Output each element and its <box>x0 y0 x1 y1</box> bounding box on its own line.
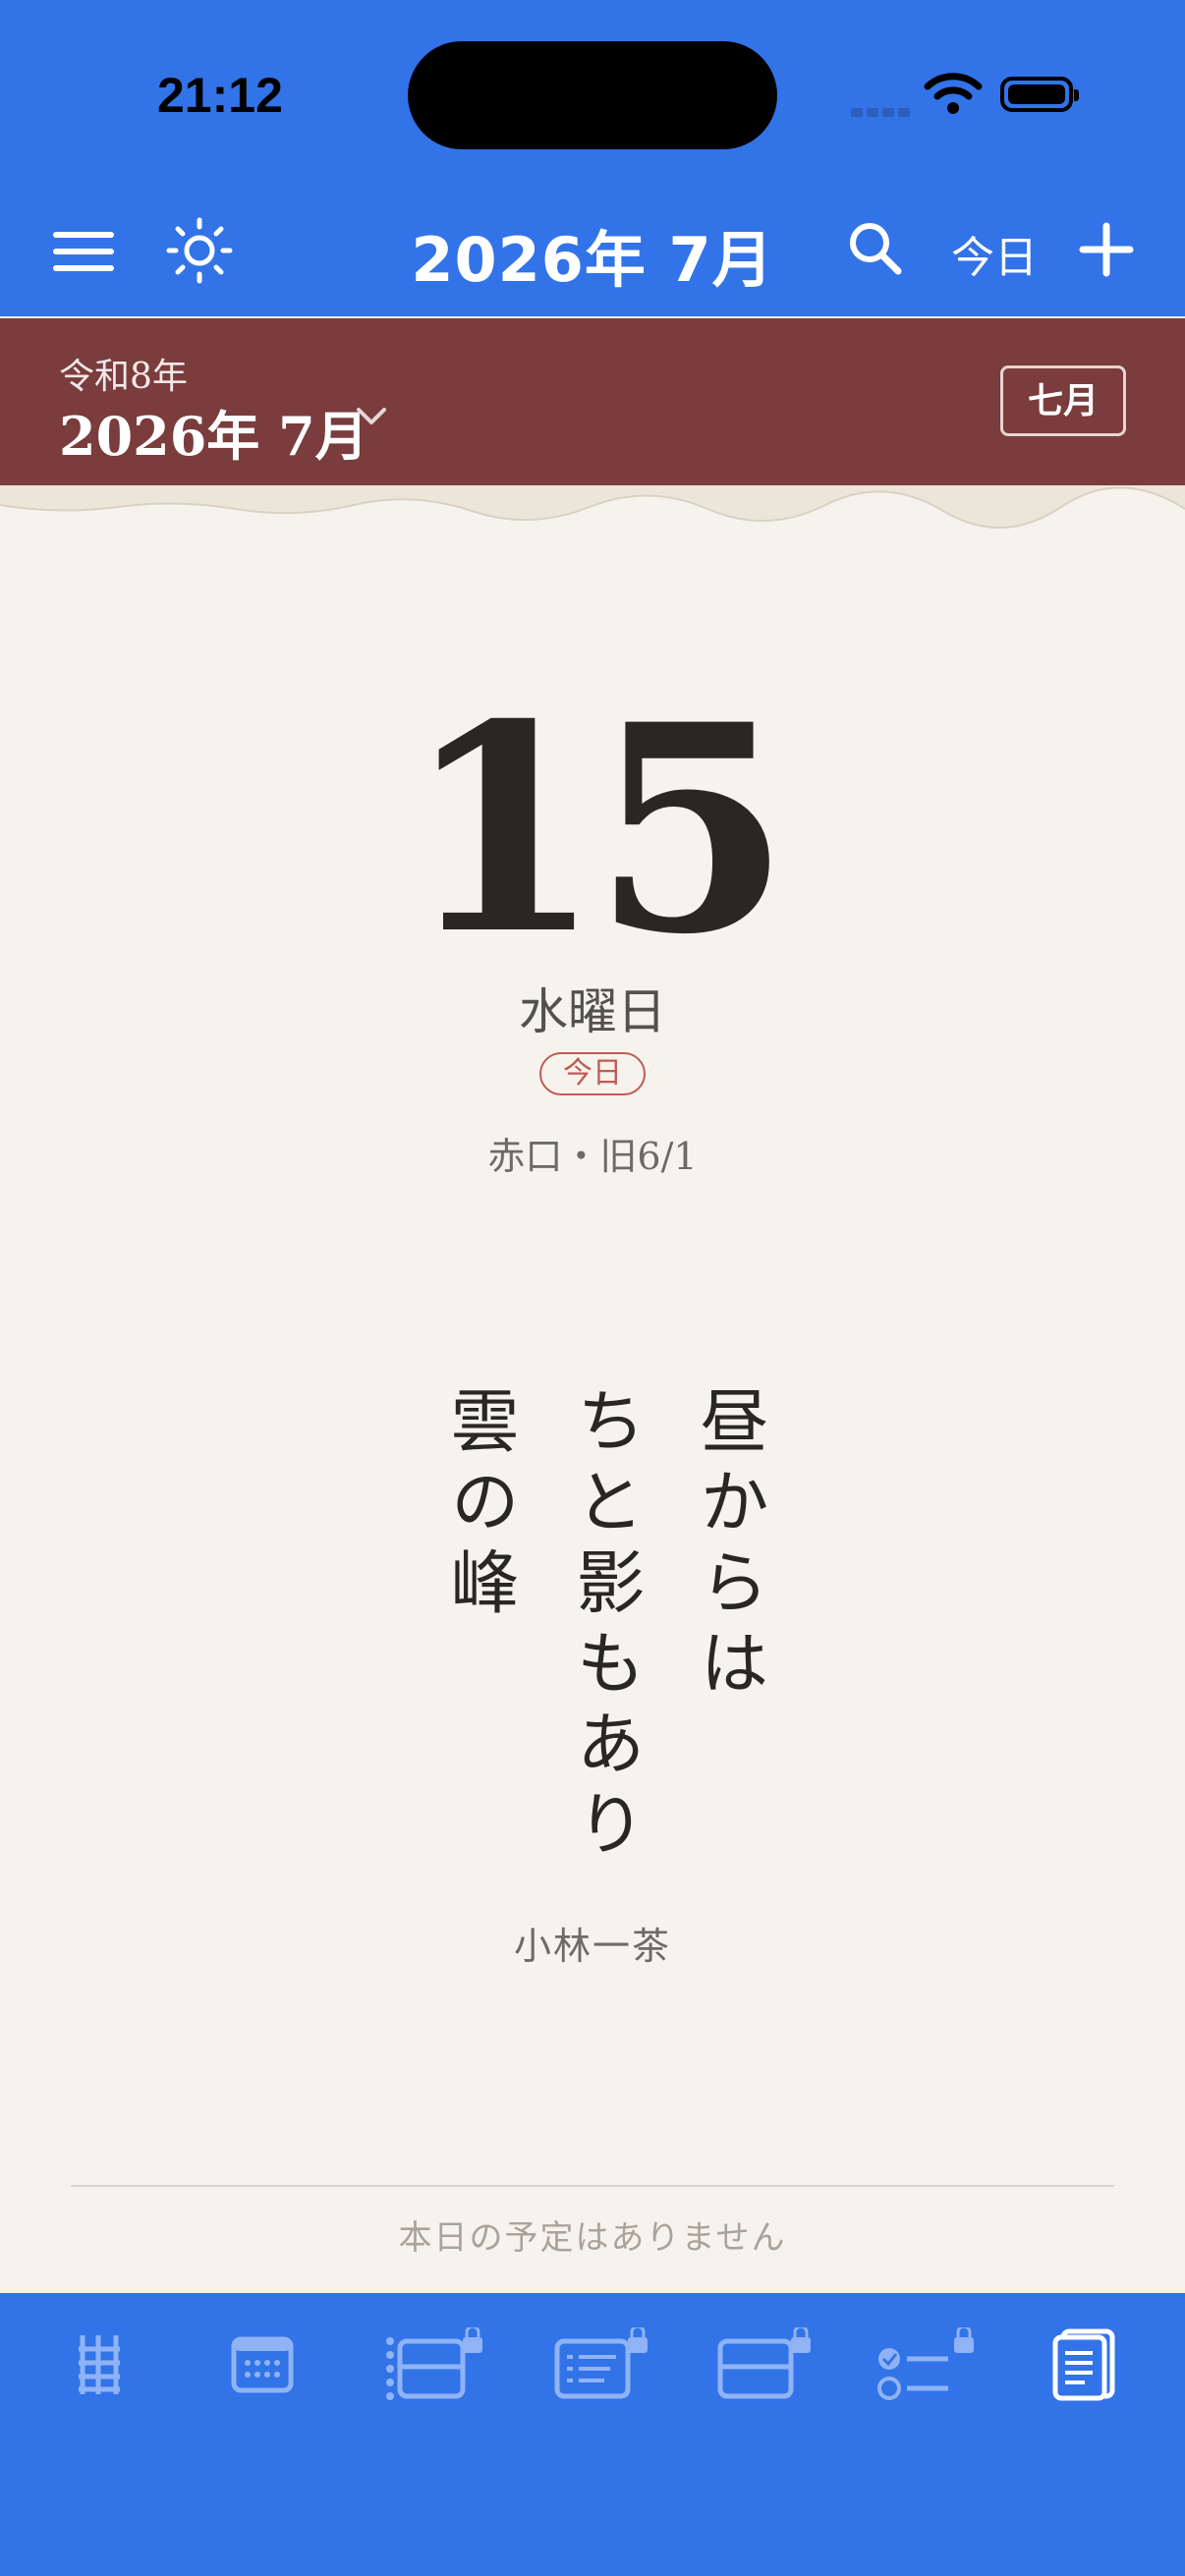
haiku-line: ちと影もあり <box>565 1385 646 1869</box>
daily-pages-icon[interactable] <box>1030 2321 1138 2409</box>
sun-icon[interactable] <box>165 216 234 289</box>
weekday-label: 水曜日 <box>519 983 666 1040</box>
chevron-down-icon[interactable] <box>356 407 387 430</box>
haiku-line: 昼からは <box>689 1385 769 1708</box>
wifi-icon <box>924 73 983 120</box>
battery-icon <box>1000 77 1079 112</box>
haiku-line: 雲の峰 <box>439 1385 520 1627</box>
cellular-signal-icon <box>851 102 914 121</box>
card-locked-icon[interactable] <box>709 2321 818 2409</box>
rokuyo-lunar-date: 赤口・旧6/1 <box>487 1135 698 1178</box>
day-number: 15 <box>404 663 791 997</box>
month-calendar-icon[interactable] <box>208 2321 316 2409</box>
search-icon[interactable] <box>847 220 904 281</box>
month-selector[interactable]: 2026年 7月 <box>59 393 368 471</box>
ladder-icon[interactable] <box>45 2321 153 2409</box>
status-time: 21:12 <box>157 68 283 123</box>
todo-locked-icon[interactable] <box>873 2321 981 2409</box>
dynamic-island <box>408 41 777 149</box>
era-label: 令和8年 <box>59 357 188 397</box>
list-locked-icon[interactable] <box>546 2321 654 2409</box>
nav-title: 2026年 7月 <box>411 224 774 296</box>
torn-paper-edge <box>0 485 1185 534</box>
divider <box>71 2185 1114 2187</box>
timeline-locked-icon[interactable] <box>381 2321 489 2409</box>
today-badge: 今日 <box>539 1052 646 1095</box>
kanji-month-badge: 七月 <box>1000 365 1126 436</box>
no-events-message: 本日の予定はありません <box>398 2218 787 2258</box>
menu-icon[interactable] <box>53 232 114 282</box>
haiku-author: 小林一茶 <box>513 1925 671 1968</box>
plus-icon[interactable] <box>1079 222 1134 281</box>
today-button[interactable]: 今日 <box>951 222 1038 285</box>
